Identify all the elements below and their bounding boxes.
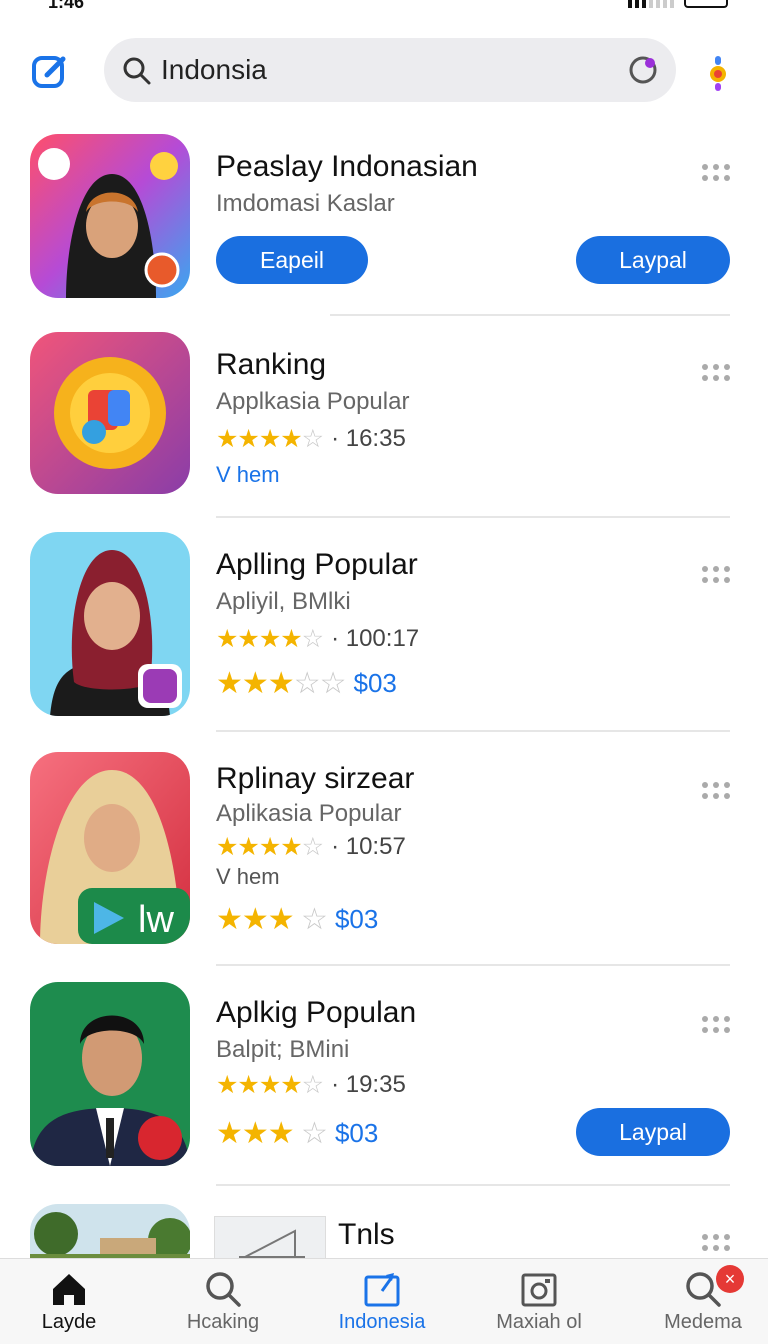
- rating-stars: ★★★★☆: [216, 625, 324, 653]
- app-row[interactable]: Tnls: [0, 1204, 768, 1258]
- nav-item-home[interactable]: Layde: [0, 1259, 144, 1344]
- app-row[interactable]: Peaslay Indonasian Imdomasi Kaslar Eapei…: [0, 134, 768, 316]
- divider: [216, 516, 730, 518]
- nav-item-media[interactable]: × Medema: [628, 1259, 768, 1344]
- app-icon-landscape[interactable]: [30, 1204, 190, 1258]
- compose-icon[interactable]: [30, 52, 70, 92]
- search-input[interactable]: Indonsia: [104, 38, 676, 102]
- rating-value: · 19:35: [331, 1071, 406, 1098]
- notification-badge: ×: [716, 1265, 744, 1293]
- search-icon: [123, 57, 151, 85]
- nav-label: Indonesia: [338, 1311, 426, 1333]
- app-thumbnail: [214, 1216, 326, 1258]
- app-icon-portrait[interactable]: lw: [30, 752, 190, 944]
- app-subtitle: Applkasia Popular: [216, 388, 410, 415]
- divider: [330, 314, 730, 316]
- rating-value: · 100:17: [331, 625, 420, 652]
- nav-label: Hcaking: [186, 1311, 260, 1333]
- app-row[interactable]: lw Rplinay sirzear Aplikasia Popular ★★★…: [0, 752, 768, 968]
- rating-line: ★★★★☆ · 100:17: [216, 624, 419, 654]
- divider: [216, 730, 730, 732]
- battery-icon: [684, 0, 728, 8]
- rating-stars: ★★★ ☆: [216, 1117, 328, 1150]
- app-icon-portrait[interactable]: [30, 134, 190, 298]
- nav-label: Layde: [41, 1311, 97, 1333]
- search-icon: [206, 1272, 241, 1307]
- divider: [216, 1184, 730, 1186]
- app-title: Aplling Popular: [216, 548, 418, 581]
- price-label: $03: [334, 904, 379, 934]
- search-query: Indonsia: [161, 54, 267, 85]
- app-icon-portrait[interactable]: [30, 532, 190, 716]
- pay-button[interactable]: Laypal: [576, 236, 730, 284]
- icon-lettering: lw: [138, 899, 174, 941]
- app-title: Ranking: [216, 348, 327, 381]
- signal-icon: [628, 0, 674, 8]
- app-row[interactable]: Ranking Applkasia Popular ★★★★☆ · 16:35 …: [0, 332, 768, 518]
- price-label: $03: [334, 1118, 379, 1148]
- rating-stars: ★★★ ☆: [216, 903, 328, 936]
- nav-label: Medema: [664, 1311, 742, 1333]
- app-subtitle: Apliyil, BMlki: [216, 588, 351, 615]
- share-icon: [364, 1273, 400, 1307]
- price-line: ★★★☆☆ $03: [216, 666, 397, 701]
- app-title: Peaslay Indonasian: [216, 150, 478, 183]
- app-subtitle: Imdomasi Kaslar: [216, 190, 395, 217]
- nav-item-camera[interactable]: Maxiah ol: [464, 1259, 614, 1344]
- rating-stars: ★★★☆☆: [216, 667, 346, 700]
- top-bar: Indonsia: [0, 36, 768, 102]
- app-row[interactable]: Aplling Popular Apliyil, BMlki ★★★★☆ · 1…: [0, 532, 768, 732]
- rating-value: · 16:35: [331, 425, 406, 452]
- price-line: ★★★ ☆ $03: [216, 1116, 378, 1151]
- price-label: $03: [353, 668, 397, 698]
- rating-stars: ★★★★☆: [216, 425, 324, 453]
- more-options-icon[interactable]: [702, 782, 730, 800]
- app-subtitle: Aplikasia Popular: [216, 800, 402, 827]
- more-options-icon[interactable]: [702, 164, 730, 182]
- rating-value: · 10:57: [331, 833, 406, 860]
- bottom-nav: Layde Hcaking Indonesia Maxiah ol × Mede…: [0, 1258, 768, 1344]
- view-link[interactable]: V hem: [216, 462, 280, 488]
- more-options-icon[interactable]: [702, 364, 730, 382]
- loading-spinner-icon[interactable]: [628, 55, 658, 85]
- price-line: ★★★ ☆ $03: [216, 902, 378, 937]
- more-options-icon[interactable]: [702, 1234, 730, 1252]
- app-row[interactable]: Aplkig Populan Balpit; BMini ★★★★☆ · 19:…: [0, 982, 768, 1188]
- rating-line: ★★★★☆ · 10:57: [216, 832, 406, 862]
- view-link[interactable]: V hem: [216, 864, 280, 890]
- nav-item-indonesia[interactable]: Indonesia: [307, 1259, 457, 1344]
- home-icon: [53, 1274, 85, 1305]
- pay-button[interactable]: Laypal: [576, 1108, 730, 1156]
- app-subtitle: Balpit; BMini: [216, 1036, 350, 1063]
- nav-label: Maxiah ol: [496, 1311, 582, 1333]
- app-title: Aplkig Populan: [216, 996, 417, 1029]
- rating-stars: ★★★★☆: [216, 833, 324, 861]
- app-icon-badge[interactable]: [30, 332, 190, 494]
- status-bar: 1:46: [0, 0, 768, 14]
- app-title: Rplinay sirzear: [216, 762, 415, 795]
- app-icon-portrait[interactable]: [30, 982, 190, 1166]
- more-options-icon[interactable]: [702, 1016, 730, 1034]
- camera-icon: [521, 1273, 557, 1307]
- install-button[interactable]: Eapeil: [216, 236, 368, 284]
- app-title: Tnls: [338, 1218, 395, 1251]
- assistant-icon[interactable]: [704, 54, 732, 92]
- status-indicators: [628, 0, 728, 8]
- rating-line: ★★★★☆ · 16:35: [216, 424, 406, 454]
- more-options-icon[interactable]: [702, 566, 730, 584]
- rating-line: ★★★★☆ · 19:35: [216, 1070, 406, 1100]
- status-time: 1:46: [48, 0, 85, 12]
- rating-stars: ★★★★☆: [216, 1071, 324, 1099]
- divider: [216, 964, 730, 966]
- nav-item-search[interactable]: Hcaking: [148, 1259, 298, 1344]
